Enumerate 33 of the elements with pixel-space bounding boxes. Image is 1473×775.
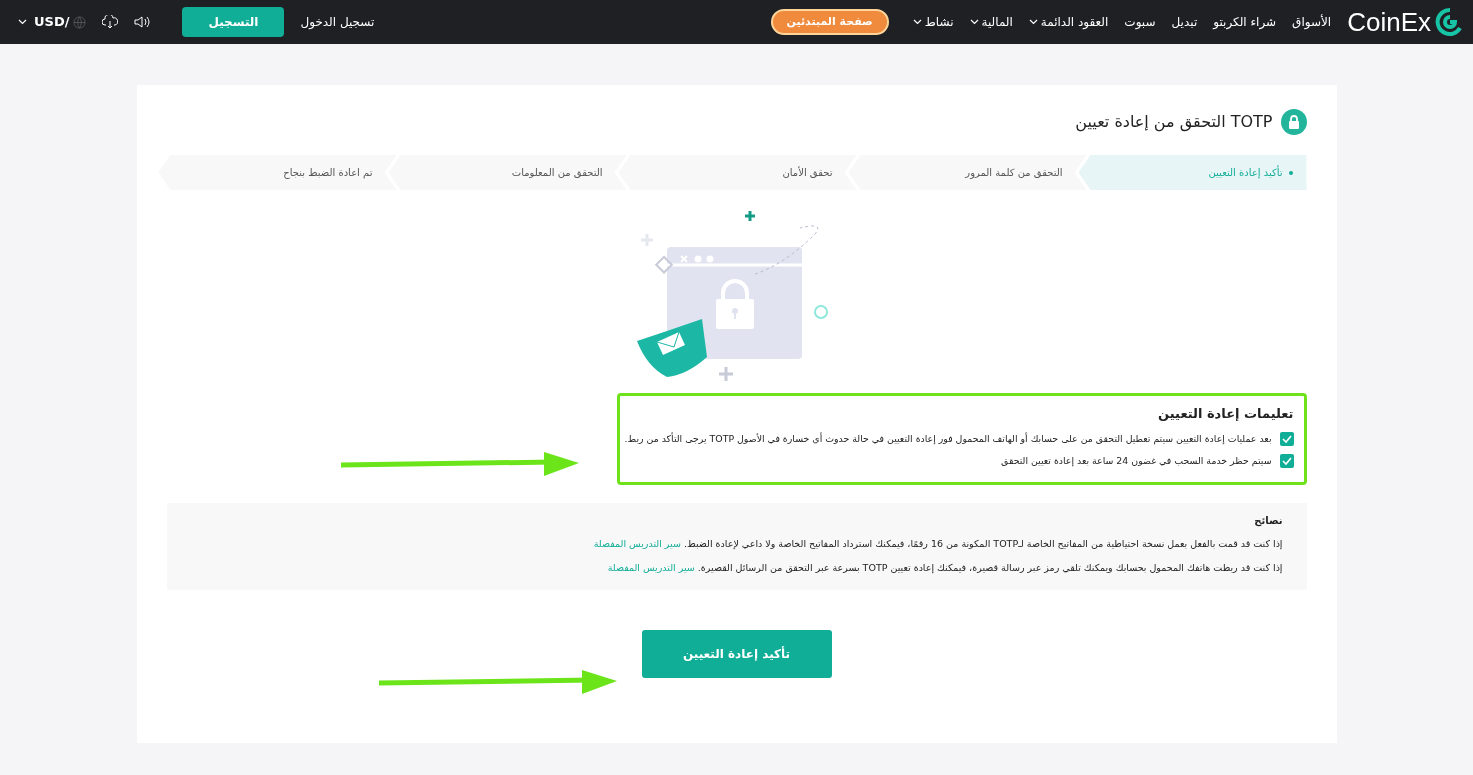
step-label: تحقق الأمان [782,165,833,180]
nav-link[interactable]: نشاط [924,13,954,31]
globe-icon[interactable] [73,15,87,29]
speaker-icon[interactable] [134,15,151,29]
step-label: تم اعادة الضبط بنجاح [283,166,373,180]
nav-link[interactable]: المالية [981,13,1013,31]
login-link[interactable]: تسجيل الدخول [300,13,375,31]
nav-link[interactable]: شراء الكربتو [1213,13,1277,31]
nav-link[interactable]: تبديل [1171,13,1198,31]
nav-link[interactable]: العقود الدائمة [1040,13,1109,31]
instruction-text: بعد عمليات إعادة التعيين سيتم تعطيل التحقق من على حسابك أو الهاتف المحمول فور إعادة التعيين في حالة حدوث أي خسارة في الأصول TOTP يرجى التأكد من ربط. [624,431,1272,446]
caret-icon [969,19,979,25]
checkbox[interactable] [1279,453,1294,468]
currency-selector[interactable]: USD/ [34,12,70,32]
lock-icon [1280,109,1307,135]
step-label: تأكيد إعادة التعيين [1208,165,1283,180]
checkbox[interactable] [1279,431,1294,446]
step-label: التحقق من كلمة المرور [965,166,1063,180]
caret-icon [18,19,27,25]
active-dot-icon [1288,170,1293,175]
nav-link[interactable]: سبوت [1124,13,1156,31]
page-title: TOTP التحقق من إعادة تعيين [1075,111,1273,134]
logo-text[interactable]: CoinEx [1347,2,1431,42]
instruction-text: سيتم حظر خدمة السحب في غضون 24 ساعة بعد إعادة تعيين التحقق [1001,453,1272,468]
step-label: التحقق من المعلومات [511,166,603,180]
nav-link[interactable]: الأسواق [1292,13,1332,31]
cloud-download-icon[interactable] [102,15,119,29]
caret-icon [1028,19,1038,25]
instructions-title: تعليمات إعادة التعيين [1157,405,1294,423]
caret-icon [912,19,922,25]
tip-text: إذا كنت قد ربطت هاتفك المحمول بحسابك ويمكنك تلقي رمز عبر رسالة قصيرة، فيمكنك إعادة تعيين TOTP بسرعة عبر التحقق من الرسائل القصيرة. سير التدريس المفصلة [606,560,1283,576]
tips-title: نصائح [1253,513,1283,528]
tip-text: إذا كنت قد قمت بالفعل بعمل نسخة احتياطية من المفاتيح الخاصة لـTOTP المكونة من 16 رقمًا، فيمكنك استرداد المفاتيح الخاصة ولا داعي لإعادة الضبط. سير التدريس المفصلة [592,536,1283,551]
